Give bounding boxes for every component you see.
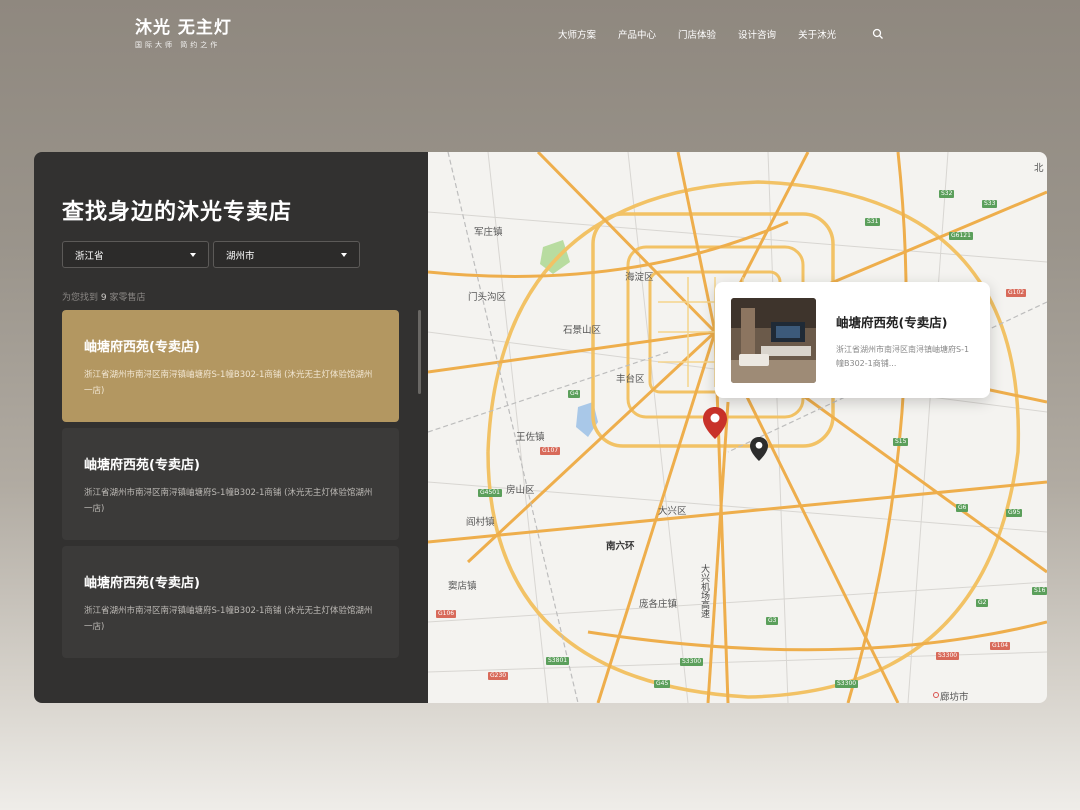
store-card[interactable]: 岫塘府西苑(专卖店) 浙江省湖州市南浔区南浔镇岫塘府S-1幢B302-1商铺 (… — [62, 428, 399, 540]
store-name: 岫塘府西苑(专卖店) — [84, 340, 200, 355]
brand-logo[interactable]: 沐光 无主灯 国际大师 简约之作 — [135, 18, 232, 50]
logo-main-text: 沐光 无主灯 — [135, 18, 232, 38]
nav-item-stores[interactable]: 门店体验 — [678, 27, 716, 41]
result-number: 9 — [100, 293, 107, 303]
nav-item-about[interactable]: 关于沐光 — [798, 27, 836, 41]
result-count: 为您找到 9 家零售店 — [62, 290, 146, 303]
road-badge: G6 — [956, 504, 969, 512]
chevron-down-icon — [190, 252, 196, 257]
road-badge: S32 — [939, 190, 955, 198]
road-badge: S3300 — [835, 680, 859, 688]
store-card[interactable]: 岫塘府西苑(专卖店) 浙江省湖州市南浔区南浔镇岫塘府S-1幢B302-1商铺 (… — [62, 310, 399, 422]
page-title: 查找身边的沐光专卖店 — [62, 200, 293, 225]
road-badge: G3 — [766, 617, 779, 625]
map-label: 阎村镇 — [466, 517, 495, 528]
store-location-pin-icon[interactable] — [703, 407, 727, 439]
road-badge: G102 — [1006, 289, 1027, 297]
map-label: 门头沟区 — [468, 292, 507, 303]
logo-tagline: 国际大师 简约之作 — [135, 41, 221, 49]
road-badge: S16 — [1032, 587, 1047, 595]
store-address: 浙江省湖州市南浔区南浔镇岫塘府S-1幢B302-1商铺 (沐光无主灯体验馆湖州一… — [84, 488, 373, 514]
map-label: 大兴区 — [658, 506, 687, 517]
map-label: 南六环 — [606, 541, 635, 552]
store-info-popup[interactable]: 岫塘府西苑(专卖店) 浙江省湖州市南浔区南浔镇岫塘府S-1幢B302-1商铺..… — [715, 282, 990, 398]
road-badge: S3300 — [936, 652, 960, 660]
road-badge: S3300 — [680, 658, 704, 666]
road-badge: G6121 — [949, 232, 973, 240]
store-panel: 查找身边的沐光专卖店 浙江省 湖州市 为您找到 9 家零售店 岫塘府西苑(专卖店… — [34, 152, 428, 703]
store-address: 浙江省湖州市南浔区南浔镇岫塘府S-1幢B302-1商铺 (沐光无主灯体验馆湖州一… — [84, 606, 373, 632]
road-badge: G2 — [976, 599, 989, 607]
nav-item-design[interactable]: 设计咨询 — [738, 27, 776, 41]
result-prefix: 为您找到 — [62, 293, 99, 303]
city-select[interactable]: 湖州市 — [213, 241, 360, 268]
store-map[interactable]: 军庄镇 海淀区 门头沟区 石景山区 丰台区 王佐镇 房山区 阎村镇 大兴区 南六… — [428, 152, 1047, 703]
road-badge: G4501 — [478, 489, 502, 497]
map-label: 北 — [1034, 163, 1044, 174]
map-label: 房山区 — [506, 485, 535, 496]
city-dot-icon — [933, 692, 939, 698]
nav-item-master-plan[interactable]: 大师方案 — [558, 27, 596, 41]
map-label: 军庄镇 — [474, 227, 503, 238]
list-scrollbar[interactable] — [418, 310, 421, 394]
city-value: 湖州市 — [226, 250, 255, 262]
road-badge: S15 — [893, 438, 909, 446]
map-label: 庞各庄镇 — [639, 599, 678, 610]
store-finder-card: 查找身边的沐光专卖店 浙江省 湖州市 为您找到 9 家零售店 岫塘府西苑(专卖店… — [34, 152, 1047, 703]
store-card[interactable]: 岫塘府西苑(专卖店) 浙江省湖州市南浔区南浔镇岫塘府S-1幢B302-1商铺 (… — [62, 546, 399, 658]
road-badge: G4 — [568, 390, 581, 398]
map-label: 王佐镇 — [516, 432, 545, 443]
province-select[interactable]: 浙江省 — [62, 241, 209, 268]
road-badge: G107 — [540, 447, 561, 455]
map-label: 石景山区 — [563, 325, 602, 336]
map-label: 廊坊市 — [940, 692, 969, 703]
road-badge: G230 — [488, 672, 509, 680]
province-value: 浙江省 — [75, 250, 104, 262]
store-address: 浙江省湖州市南浔区南浔镇岫塘府S-1幢B302-1商铺 (沐光无主灯体验馆湖州一… — [84, 370, 373, 396]
chevron-down-icon — [341, 252, 347, 257]
store-list: 岫塘府西苑(专卖店) 浙江省湖州市南浔区南浔镇岫塘府S-1幢B302-1商铺 (… — [62, 310, 399, 664]
popup-store-name: 岫塘府西苑(专卖店) — [836, 315, 948, 330]
map-label: 窦店镇 — [448, 581, 477, 592]
result-suffix: 家零售店 — [109, 293, 146, 303]
road-badge: S3801 — [546, 657, 570, 665]
road-badge: S33 — [982, 200, 998, 208]
road-badge: S31 — [865, 218, 881, 226]
road-badge: G104 — [990, 642, 1011, 650]
map-label: 丰台区 — [616, 374, 645, 385]
store-location-pin-icon[interactable] — [750, 437, 768, 461]
road-badge: G106 — [436, 610, 457, 618]
popup-store-address: 浙江省湖州市南浔区南浔镇岫塘府S-1幢B302-1商铺... — [836, 345, 970, 368]
nav-item-products[interactable]: 产品中心 — [618, 27, 656, 41]
road-badge: G95 — [1006, 509, 1023, 517]
search-icon[interactable] — [872, 28, 884, 40]
main-nav: 大师方案 产品中心 门店体验 设计咨询 关于沐光 — [558, 27, 884, 41]
store-name: 岫塘府西苑(专卖店) — [84, 576, 200, 591]
road-badge: G45 — [654, 680, 671, 688]
store-name: 岫塘府西苑(专卖店) — [84, 458, 200, 473]
map-label: 大兴机场高速 — [699, 564, 709, 618]
store-photo — [731, 298, 816, 383]
map-label: 海淀区 — [625, 272, 654, 283]
